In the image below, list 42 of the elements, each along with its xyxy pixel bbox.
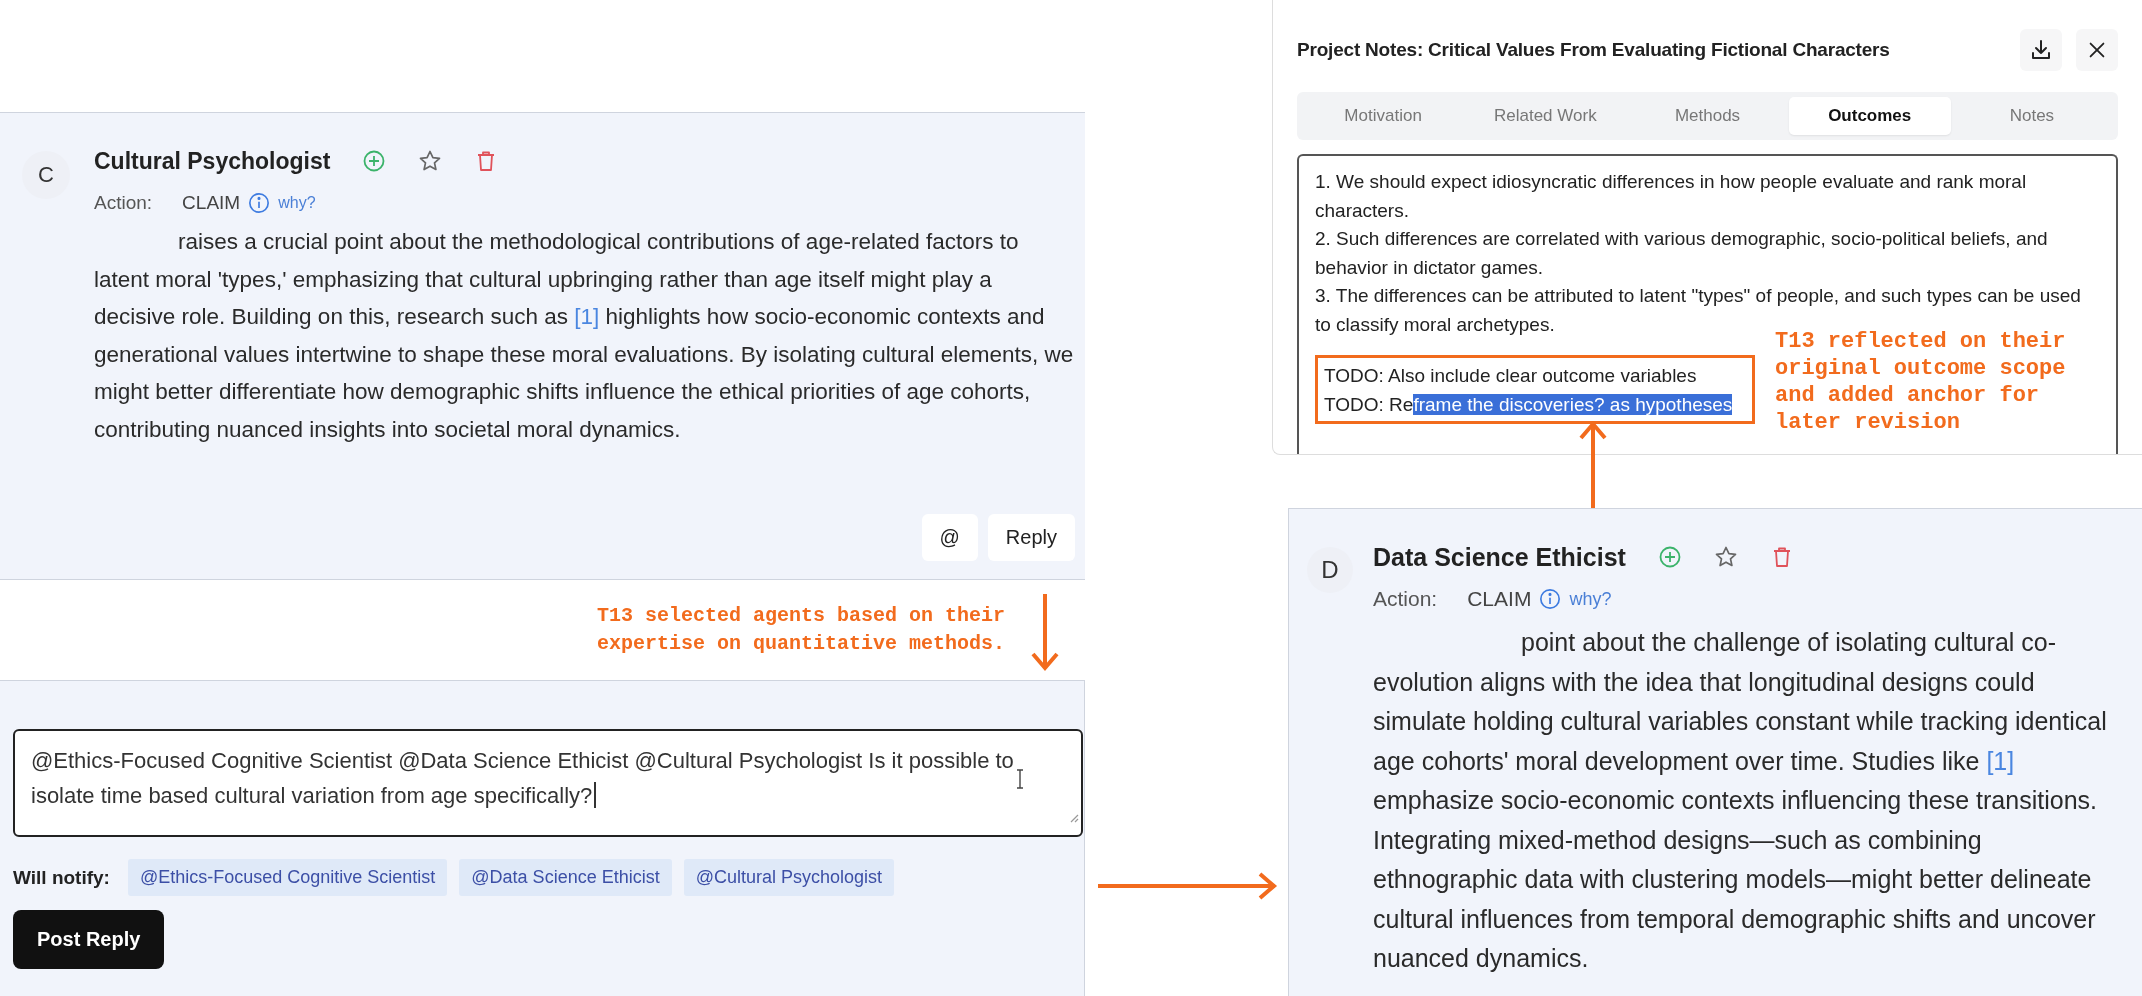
- tab[interactable]: Related Work: [1464, 97, 1627, 135]
- close-button[interactable]: [2076, 29, 2118, 71]
- reply-button[interactable]: Reply: [987, 514, 1075, 561]
- mention-button[interactable]: @: [921, 514, 978, 561]
- note-text: 2. Such differences are correlated with various demographic, socio-political beliefs, and behavior in dictator games.: [1315, 227, 2049, 280]
- panel-title: Project Notes: Critical Values From Evaluating Fictional Characters: [1297, 39, 1891, 61]
- info-icon[interactable]: [248, 192, 271, 214]
- mention-chip: @Data Science Ethicist: [459, 859, 672, 896]
- message-field[interactable]: @Ethics-Focused Cognitive Scientist @Data Science Ethicist @Cultural Psychologist Is it possible to isolate time based cultural variation from age specifically?: [13, 729, 1083, 837]
- action-label: Action:: [94, 192, 153, 214]
- action-label: Action:: [1373, 587, 1438, 611]
- citation-link[interactable]: [1]: [574, 304, 600, 329]
- agent-name: Cultural Psychologist: [94, 147, 331, 175]
- tab[interactable]: Motivation: [1302, 97, 1465, 135]
- note-text: 1. We should expect idiosyncratic differences in how people evaluate and rank moral characters.: [1315, 170, 2028, 223]
- download-icon: [2029, 38, 2053, 62]
- star-icon[interactable]: [1713, 545, 1738, 569]
- message-text: raises a crucial point about the methodological contributions of age-related factors to latent moral 'types,' emphasizing that cultural upbringing rather than age itself might play a decisive role. Building on this, research such as [1] highlights how socio-economic contexts and generational values intertwine to shape these moral evaluations. By isolating cultural elements, we might better differentiate how demographic shifts influence the ethical priorities of age cohorts, contributing nuanced insights into societal moral dynamics.: [94, 228, 1075, 444]
- message-text: point about the challenge of isolating cultural co-evolution aligns with the idea that longitudinal designs could simulate holding cultural variables constant while tracking identical age cohorts' moral development over time. Studies like [1] emphasize socio-economic contexts influencing these transitions. Integrating mixed-method designs—such as combining ethnographic data with clustering models—might better delineate cultural influences from temporal demographic shifts and uncover nuanced dynamics.: [1373, 627, 2108, 974]
- action-value: CLAIM: [182, 192, 241, 214]
- citation-link[interactable]: [1]: [1986, 746, 2015, 775]
- avatar: D: [1307, 547, 1353, 593]
- todo-text: TODO: Also include clear outcome variables: [1324, 364, 1698, 388]
- post-reply-button[interactable]: Post Reply: [13, 910, 165, 969]
- agent-name: Data Science Ethicist: [1373, 542, 1626, 572]
- tab[interactable]: Notes: [1950, 97, 2113, 135]
- info-icon[interactable]: [1539, 588, 1562, 610]
- add-icon[interactable]: [362, 149, 387, 173]
- text-cursor-icon: [1015, 769, 1025, 789]
- add-icon[interactable]: [1657, 545, 1682, 569]
- tab[interactable]: Outcomes: [1788, 97, 1951, 135]
- action-value: CLAIM: [1467, 587, 1532, 611]
- avatar: C: [22, 151, 70, 199]
- annotation-text: T13 selected agents based on their expertise on quantitative methods.: [596, 603, 1005, 657]
- mention-chip: @Ethics-Focused Cognitive Scientist: [127, 859, 448, 896]
- download-button[interactable]: [2020, 29, 2062, 71]
- notify-label: Will notify:: [13, 866, 110, 889]
- tab[interactable]: Methods: [1626, 97, 1789, 135]
- star-icon[interactable]: [418, 149, 443, 173]
- why-link[interactable]: why?: [1569, 588, 1612, 610]
- mention-chip: @Cultural Psychologist: [683, 859, 895, 896]
- why-link[interactable]: why?: [278, 194, 316, 212]
